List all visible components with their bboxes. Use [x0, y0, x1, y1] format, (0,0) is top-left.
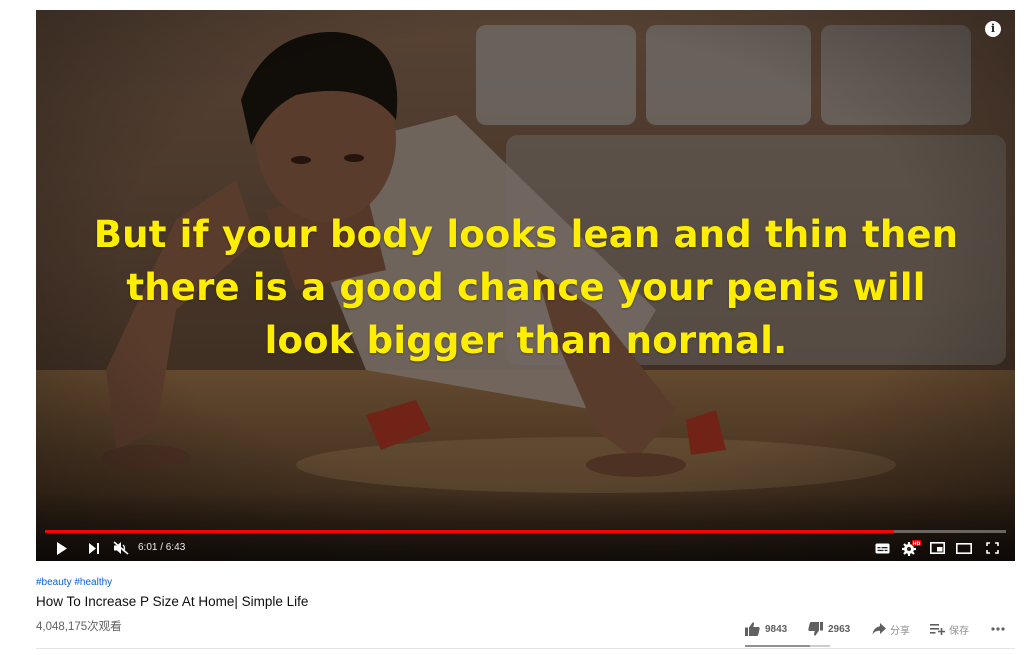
- dislike-button[interactable]: 2963: [808, 620, 850, 638]
- video-player[interactable]: But if your body looks lean and thin the…: [36, 10, 1015, 561]
- share-button[interactable]: 分享: [872, 620, 910, 638]
- share-label: 分享: [890, 625, 910, 637]
- save-label: 保存: [949, 625, 969, 637]
- thumb-down-icon: [808, 622, 823, 636]
- info-icon[interactable]: i: [985, 21, 1001, 37]
- more-horiz-icon: [991, 627, 1005, 631]
- next-icon[interactable]: [85, 538, 103, 558]
- hashtags: #beauty #healthy: [36, 577, 112, 589]
- sentiment-bar: [745, 645, 830, 647]
- progress-played: [45, 530, 895, 533]
- volume-muted-icon[interactable]: [111, 538, 131, 558]
- hd-badge: HD: [913, 541, 921, 547]
- caption-line: there is a good chance your penis will: [126, 266, 926, 309]
- like-count: 9843: [765, 623, 788, 635]
- sentiment-like-portion: [745, 645, 811, 647]
- player-controls: 6:01 / 6:43 HD: [36, 536, 1015, 560]
- playlist-add-icon: [930, 624, 945, 635]
- miniplayer-icon[interactable]: [927, 538, 947, 558]
- subtitles-icon[interactable]: [872, 538, 892, 558]
- save-button[interactable]: 保存: [930, 620, 969, 638]
- thumb-up-icon: [745, 622, 760, 636]
- progress-bar[interactable]: [45, 530, 1006, 533]
- video-caption: But if your body looks lean and thin the…: [76, 208, 976, 367]
- more-actions-button[interactable]: [991, 620, 1005, 638]
- divider: [36, 648, 1015, 649]
- theater-mode-icon[interactable]: [954, 538, 974, 558]
- play-icon[interactable]: [53, 538, 71, 558]
- dislike-count: 2963: [828, 623, 851, 635]
- share-icon: [872, 623, 886, 635]
- video-title: How To Increase P Size At Home| Simple L…: [36, 594, 309, 609]
- settings-icon[interactable]: HD: [900, 538, 922, 558]
- fullscreen-icon[interactable]: [982, 538, 1002, 558]
- hashtag-link[interactable]: #healthy: [74, 577, 112, 588]
- watch-page: But if your body looks lean and thin the…: [0, 0, 1024, 655]
- action-bar: 9843 2963 分享 保存: [0, 620, 1024, 638]
- time-display: 6:01 / 6:43: [138, 542, 186, 553]
- hashtag-link[interactable]: #beauty: [36, 577, 72, 588]
- like-button[interactable]: 9843: [745, 620, 787, 638]
- caption-line: look bigger than normal.: [264, 319, 788, 362]
- caption-line: But if your body looks lean and thin the…: [93, 213, 959, 256]
